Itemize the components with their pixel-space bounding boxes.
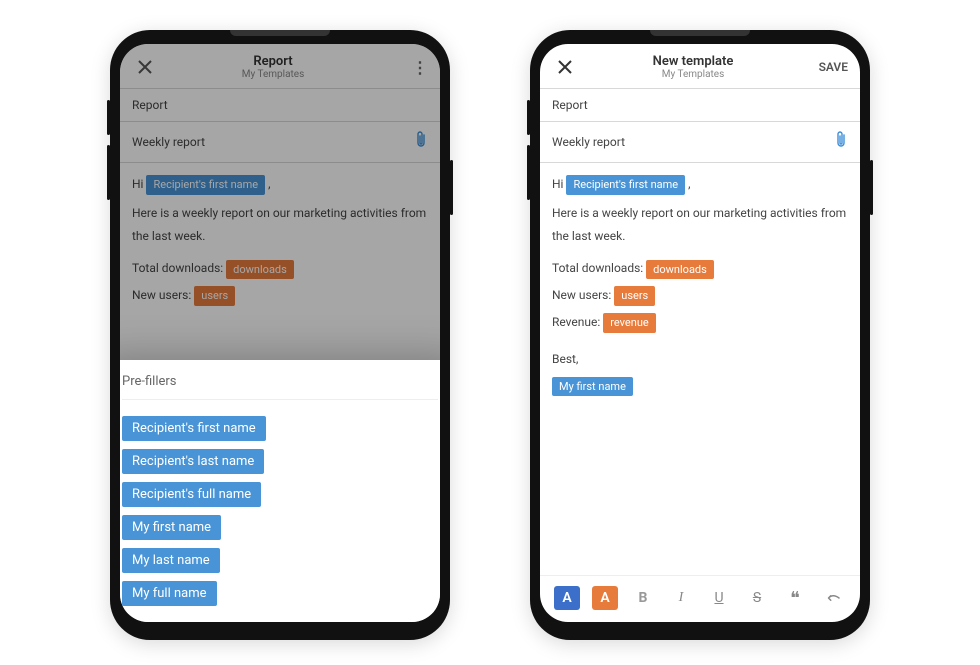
format-toolbar: A A B I U S ❝ [540,575,860,622]
sheet-title: Pre-fillers [122,374,438,400]
chip-my-first-name[interactable]: My first name [552,377,633,396]
save-button[interactable]: SAVE [808,60,848,74]
chip-users[interactable]: users [194,286,235,305]
header-title: New template [578,54,808,69]
undo-button[interactable] [820,586,846,610]
template-name-value: Report [552,98,588,112]
phone-button [450,160,453,215]
underline-button[interactable]: U [706,586,732,610]
strikethrough-button[interactable]: S [744,586,770,610]
phone-button [107,145,110,200]
header-subtitle: My Templates [578,69,808,80]
downloads-label: Total downloads: [132,261,223,275]
phone-left: Report My Templates ⋮ Report Weekly repo… [110,30,450,640]
header-subtitle: My Templates [158,69,388,80]
chip-users[interactable]: users [614,286,655,305]
revenue-label: Revenue: [552,315,600,329]
italic-button[interactable]: I [668,586,694,610]
greeting-suffix: , [268,177,270,191]
greeting-prefix: Hi [132,177,143,191]
subject-value: Weekly report [552,135,625,149]
chip-downloads[interactable]: downloads [226,260,294,279]
attachment-icon[interactable] [414,131,428,153]
template-name-value: Report [132,98,168,112]
prefiller-option[interactable]: My last name [122,548,220,573]
users-label: New users: [552,288,611,302]
email-body[interactable]: Hi Recipient's first name , Here is a we… [540,163,860,575]
downloads-label: Total downloads: [552,261,643,275]
chip-revenue[interactable]: revenue [603,313,655,332]
close-icon[interactable] [552,60,578,74]
signoff: Best, [552,348,848,371]
phone-right: New template My Templates SAVE Report We… [530,30,870,640]
prefiller-option[interactable]: My full name [122,581,217,606]
quote-button[interactable]: ❝ [782,586,808,610]
screen-left: Report My Templates ⋮ Report Weekly repo… [120,44,440,622]
header-title: Report [158,54,388,69]
subject-field[interactable]: Weekly report [540,122,860,163]
subject-field[interactable]: Weekly report [120,122,440,163]
phone-button [527,100,530,135]
prefiller-option[interactable]: Recipient's full name [122,482,261,507]
users-label: New users: [132,288,191,302]
prefiller-option[interactable]: My first name [122,515,221,540]
app-header: Report My Templates ⋮ [120,44,440,89]
prefiller-option[interactable]: Recipient's first name [122,416,266,441]
template-name-field[interactable]: Report [120,89,440,122]
bold-button[interactable]: B [630,586,656,610]
template-name-field[interactable]: Report [540,89,860,122]
close-icon[interactable] [132,60,158,74]
app-header: New template My Templates SAVE [540,44,860,89]
body-paragraph: Here is a weekly report on our marketing… [552,202,848,248]
header-title-block: New template My Templates [578,54,808,80]
phone-button [107,100,110,135]
screen-right: New template My Templates SAVE Report We… [540,44,860,622]
header-title-block: Report My Templates [158,54,388,80]
subject-value: Weekly report [132,135,205,149]
more-icon[interactable]: ⋮ [388,58,428,77]
body-paragraph: Here is a weekly report on our marketing… [132,202,428,248]
highlight-color-button[interactable]: A [592,586,618,610]
attachment-icon[interactable] [834,131,848,153]
greeting-suffix: , [688,177,690,191]
phone-button [527,145,530,200]
prefillers-sheet: Pre-fillers Recipient's first name Recip… [120,360,440,622]
text-color-button[interactable]: A [554,586,580,610]
chip-downloads[interactable]: downloads [646,260,714,279]
phone-button [870,160,873,215]
greeting-prefix: Hi [552,177,563,191]
prefiller-option[interactable]: Recipient's last name [122,449,264,474]
chip-recipient-first-name[interactable]: Recipient's first name [566,175,685,194]
chip-recipient-first-name[interactable]: Recipient's first name [146,175,265,194]
